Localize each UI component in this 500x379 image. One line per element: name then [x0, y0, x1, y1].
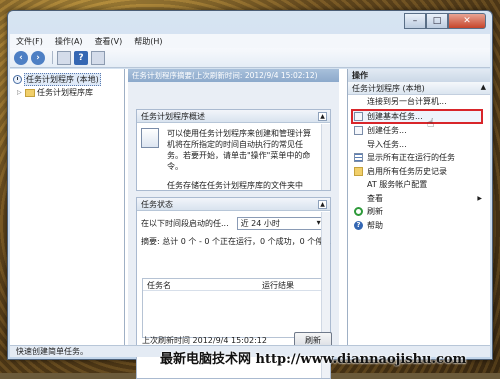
status-period-label: 在以下时间段启动的任...	[141, 219, 229, 228]
task-document-icon	[354, 126, 363, 136]
watermark: 最新电脑技术网 http://www.diannaojishu.com	[160, 352, 467, 367]
help-icon: ?	[354, 220, 363, 230]
overview-panel: 任务计划程序概述 ▲ 可以使用任务计划程序来创建和管理计算机将在所指定的时间自动…	[136, 109, 331, 191]
title-bar[interactable]: – □ ✕	[8, 11, 492, 33]
actions-pane: 操作 任务计划程序 (本地) ▲ 连接到另一台计算机... 创建基本任务... …	[347, 69, 490, 346]
action-view[interactable]: 查看 ▶	[348, 192, 490, 206]
collapse-icon[interactable]: ▲	[318, 200, 327, 209]
main-content: 任务计划程序 (本地) ▷ 任务计划程序库 任务计划程序摘要(上次刷新时间: 2…	[10, 69, 490, 379]
action-import-task[interactable]: 导入任务...	[348, 138, 490, 152]
task-table: 任务名 运行结果	[142, 278, 322, 338]
help-icon[interactable]: ?	[74, 50, 88, 65]
clock-icon	[13, 75, 22, 84]
overview-more-text: 任务存储在任务计划程序库的文件夹中	[167, 181, 303, 190]
action-show-running[interactable]: 显示所有正在运行的任务	[348, 151, 490, 165]
status-header[interactable]: 任务状态 ▲	[137, 198, 330, 211]
folder-icon	[354, 166, 363, 176]
actions-title: 操作	[348, 69, 490, 82]
collapse-arrow-icon[interactable]: ▲	[481, 82, 486, 93]
period-select[interactable]: 近 24 小时	[236, 217, 325, 230]
summary-header: 任务计划程序摘要(上次刷新时间: 2012/9/4 15:02:12)	[128, 69, 339, 82]
close-button[interactable]: ✕	[448, 13, 486, 29]
console-tree: 任务计划程序 (本地) ▷ 任务计划程序库	[10, 69, 125, 346]
overview-scrollbar[interactable]	[321, 124, 330, 190]
blank-icon	[354, 180, 363, 189]
action-refresh[interactable]: 刷新	[348, 205, 490, 219]
overview-text: 可以使用任务计划程序来创建和管理计算机将在所指定的时间自动执行的常见任务。若要开…	[167, 129, 311, 171]
submenu-arrow-icon: ▶	[477, 194, 482, 202]
actions-section-header[interactable]: 任务计划程序 (本地) ▲	[348, 82, 490, 95]
action-help[interactable]: ? 帮助	[348, 219, 490, 233]
maximize-button[interactable]: □	[426, 13, 448, 29]
action-enable-history[interactable]: 启用所有任务历史记录	[348, 165, 490, 179]
action-connect[interactable]: 连接到另一台计算机...	[348, 95, 490, 109]
blank-icon	[354, 97, 363, 106]
overview-header[interactable]: 任务计划程序概述 ▲	[137, 110, 330, 123]
action-at-service[interactable]: AT 服务帐户配置	[348, 178, 490, 192]
toolbar: ‹ › ?	[10, 48, 490, 68]
expand-arrow-icon[interactable]: ▷	[17, 89, 25, 96]
task-scheduler-window: – □ ✕ 文件(F) 操作(A) 查看(V) 帮助(H) ‹ › ? 任务计划…	[7, 10, 493, 379]
document-icon	[141, 128, 159, 148]
menu-help[interactable]: 帮助(H)	[134, 36, 162, 47]
show-pane-icon[interactable]	[91, 50, 105, 65]
tree-item-library[interactable]: ▷ 任务计划程序库	[13, 86, 121, 99]
console-tree-icon[interactable]	[57, 50, 71, 65]
back-arrow-icon[interactable]: ‹	[14, 50, 28, 65]
blank-icon	[354, 140, 363, 149]
menu-bar: 文件(F) 操作(A) 查看(V) 帮助(H)	[10, 34, 490, 48]
folder-icon	[25, 88, 35, 97]
action-create-basic-task[interactable]: 创建基本任务... ☝	[351, 108, 483, 130]
menu-view[interactable]: 查看(V)	[95, 36, 123, 47]
task-document-icon	[354, 111, 363, 121]
menu-file[interactable]: 文件(F)	[16, 36, 43, 47]
list-icon	[354, 153, 363, 163]
action-create-task[interactable]: 创建任务...	[348, 124, 490, 138]
status-summary: 摘要: 总计 0 个 - 0 个正在运行，0 个成功，0 个停...	[141, 237, 331, 246]
column-task-name[interactable]: 任务名	[147, 280, 262, 290]
tree-item-root[interactable]: 任务计划程序 (本地)	[13, 73, 121, 86]
collapse-icon[interactable]: ▲	[318, 112, 327, 121]
refresh-icon	[354, 207, 363, 217]
forward-arrow-icon[interactable]: ›	[31, 50, 45, 65]
minimize-button[interactable]: –	[404, 13, 426, 29]
menu-action[interactable]: 操作(A)	[55, 36, 83, 47]
column-run-result[interactable]: 运行结果	[262, 280, 294, 290]
blank-icon	[354, 194, 363, 203]
summary-pane: 任务计划程序摘要(上次刷新时间: 2012/9/4 15:02:12) 任务计划…	[128, 69, 339, 379]
